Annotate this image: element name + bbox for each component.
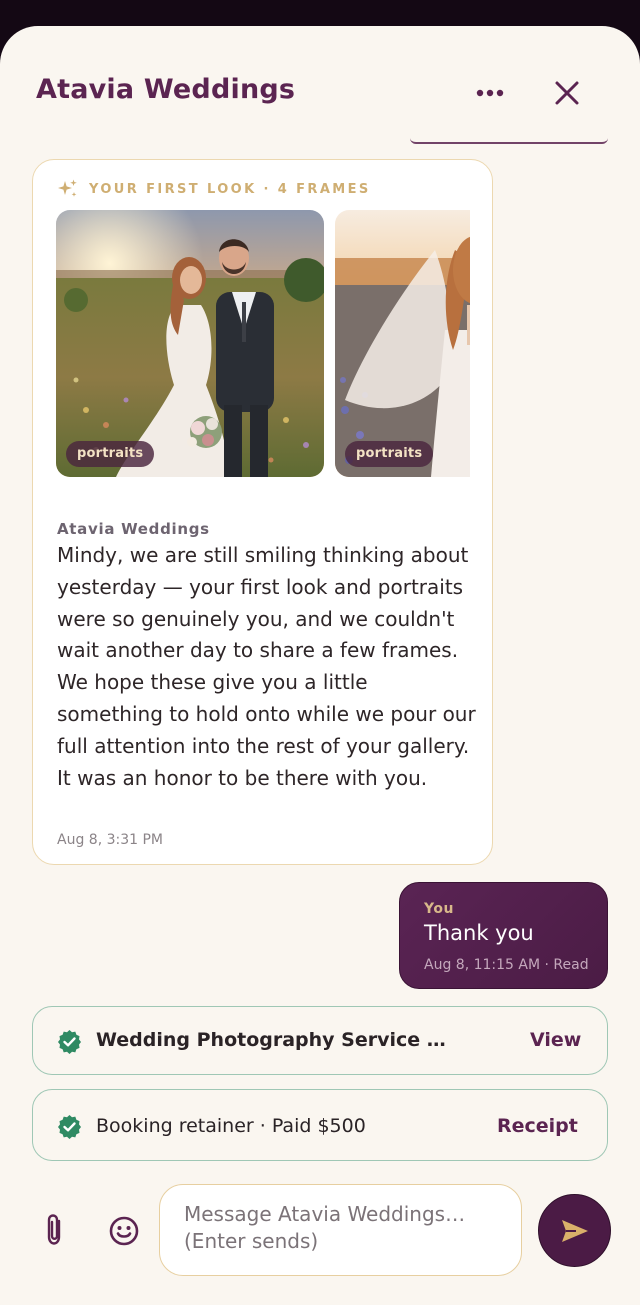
send-icon — [562, 1220, 588, 1242]
paperclip-icon — [47, 1214, 61, 1245]
gallery-header: YOUR FIRST LOOK · 4 FRAMES — [57, 178, 371, 200]
retainer-status: Booking retainer · Paid $500 — [96, 1115, 366, 1137]
message-input[interactable] — [184, 1201, 502, 1263]
veil-portrait-image — [335, 210, 470, 477]
couple-portrait-image — [56, 210, 324, 477]
photo-thumbnail[interactable]: portraits — [335, 210, 470, 477]
message-timestamp: Aug 8, 3:31 PM — [57, 832, 164, 848]
user-message-meta: Aug 8, 11:15 AM · Read — [424, 957, 589, 973]
user-message-text: Thank you — [424, 921, 534, 945]
photo-tag: portraits — [66, 441, 155, 467]
user-message-bubble: You Thank you Aug 8, 11:15 AM · Read — [399, 882, 608, 989]
close-icon — [555, 81, 579, 105]
receipt-button[interactable]: Receipt — [497, 1115, 578, 1137]
user-label: You — [424, 901, 454, 917]
check-badge-icon — [58, 1115, 81, 1139]
photo-tag: portraits — [345, 441, 434, 467]
chat-panel: Atavia Weddings YOUR FIRST LOOK · 4 FRAM… — [0, 26, 640, 1305]
check-badge-icon — [58, 1030, 81, 1054]
emoji-smile-icon — [109, 1216, 139, 1246]
photo-carousel[interactable]: portraits portraits — [56, 210, 470, 478]
gallery-label: YOUR FIRST LOOK · 4 FRAMES — [89, 181, 371, 197]
more-options-button[interactable] — [468, 76, 512, 110]
chat-title: Atavia Weddings — [36, 74, 296, 105]
attach-button[interactable] — [42, 1212, 68, 1248]
message-composer — [159, 1184, 522, 1276]
emoji-button[interactable] — [108, 1215, 140, 1247]
message-body: Mindy, we are still smiling thinking abo… — [57, 543, 476, 790]
message-sender: Atavia Weddings — [57, 520, 210, 538]
previous-message-edge — [410, 138, 608, 144]
agreement-title: Wedding Photography Service Agreement — [96, 1029, 456, 1051]
more-horizontal-icon — [476, 89, 504, 97]
close-button[interactable] — [546, 74, 588, 114]
chat-header: Atavia Weddings — [0, 26, 640, 136]
vendor-message-card: YOUR FIRST LOOK · 4 FRAMES portraits por… — [32, 159, 493, 865]
sparkle-icon — [58, 179, 77, 197]
photo-thumbnail[interactable]: portraits — [56, 210, 324, 477]
view-agreement-button[interactable]: View — [530, 1029, 581, 1051]
send-button[interactable] — [538, 1194, 611, 1267]
agreement-row: Wedding Photography Service Agreement Vi… — [32, 1006, 608, 1075]
retainer-row: Booking retainer · Paid $500 Receipt — [32, 1089, 608, 1161]
